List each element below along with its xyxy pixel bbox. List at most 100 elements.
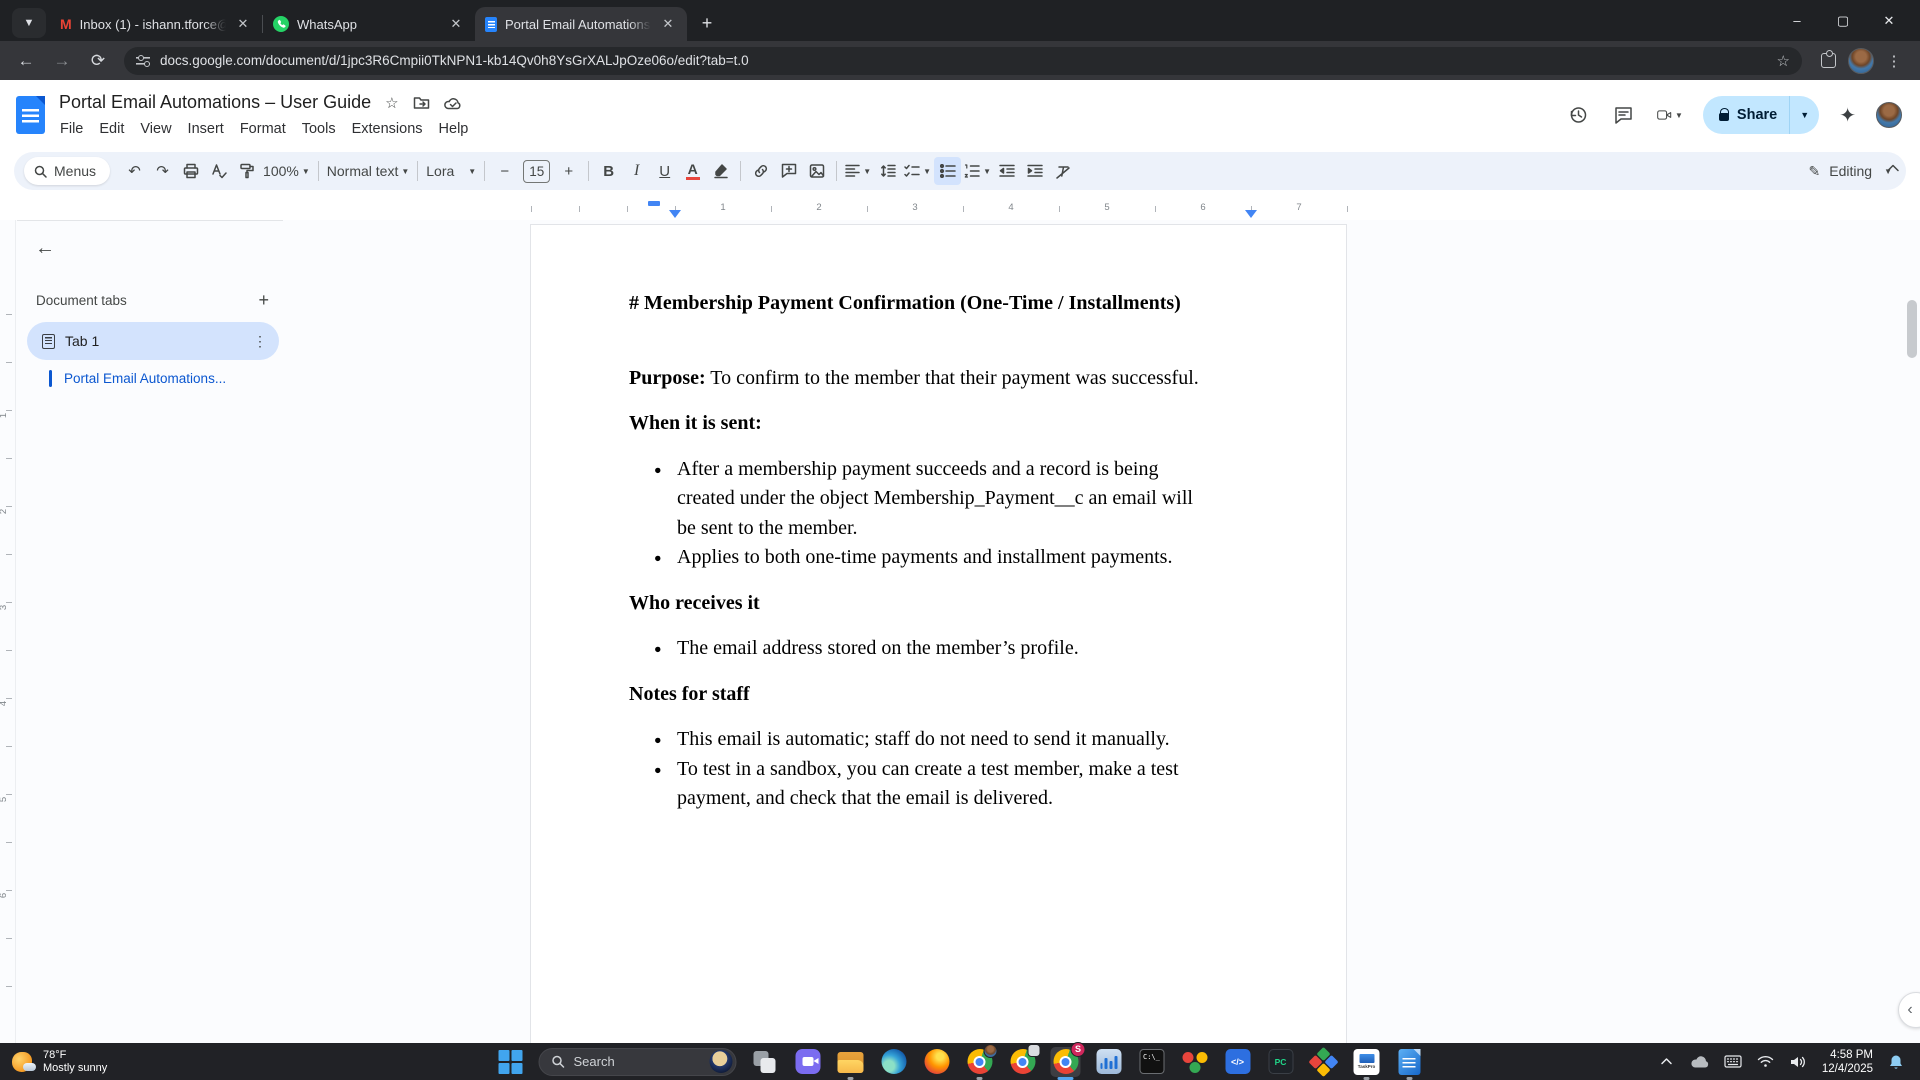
redo-button[interactable]: ↷	[149, 157, 176, 185]
chrome-profile-1-icon[interactable]	[965, 1047, 995, 1077]
code-app-icon[interactable]: </>	[1223, 1047, 1253, 1077]
tab-close-icon[interactable]: ✕	[659, 15, 677, 33]
gemini-sparkle-icon[interactable]: ✦	[1839, 103, 1856, 128]
search-highlight-image[interactable]	[710, 1050, 733, 1073]
task-view-icon[interactable]	[750, 1047, 780, 1077]
version-history-icon[interactable]	[1565, 102, 1591, 128]
sidebar-item-tab1[interactable]: Tab 1 ⋮	[27, 322, 279, 360]
scrollbar-thumb[interactable]	[1907, 300, 1917, 358]
omnibox[interactable]: docs.google.com/document/d/1jpc3R6Cmpii0…	[124, 47, 1802, 75]
checklist-button[interactable]: ▼	[902, 157, 933, 185]
browser-tab-whatsapp[interactable]: WhatsApp ✕	[263, 7, 475, 41]
highlight-color-button[interactable]	[707, 157, 734, 185]
share-dropdown-icon[interactable]: ▼	[1789, 96, 1819, 134]
tab-search-button[interactable]: ▼	[12, 8, 46, 38]
meet-video-icon[interactable]: ▼	[1657, 102, 1683, 128]
pycharm-icon[interactable]: PC	[1266, 1047, 1296, 1077]
tab-options-kebab-icon[interactable]: ⋮	[253, 333, 267, 350]
comments-icon[interactable]	[1611, 102, 1637, 128]
insert-image-button[interactable]	[803, 157, 830, 185]
underline-button[interactable]: U	[651, 157, 678, 185]
paint-format-icon[interactable]	[233, 157, 260, 185]
add-comment-button[interactable]	[775, 157, 802, 185]
menu-format[interactable]: Format	[232, 119, 294, 139]
cloud-saved-icon[interactable]	[444, 96, 462, 110]
styles-select[interactable]: Normal text▼	[325, 157, 412, 185]
doc-title[interactable]: Portal Email Automations – User Guide	[59, 92, 371, 113]
maximize-button[interactable]: ▢	[1820, 0, 1866, 41]
add-tab-button[interactable]: +	[258, 290, 269, 311]
align-button[interactable]: ▼	[843, 157, 873, 185]
bullet-item[interactable]: To test in a sandbox, you can create a t…	[629, 755, 1201, 814]
numbered-list-button[interactable]: ▼	[962, 157, 993, 185]
left-indent-marker[interactable]	[669, 210, 681, 218]
tab-close-icon[interactable]: ✕	[447, 15, 465, 33]
previous-page-chevron-button[interactable]: ‹	[1898, 992, 1920, 1028]
menu-tools[interactable]: Tools	[294, 119, 344, 139]
share-button[interactable]: Share ▼	[1703, 96, 1819, 134]
menus-search-button[interactable]: Menus	[24, 157, 110, 185]
insert-link-button[interactable]	[747, 157, 774, 185]
notification-bell-icon[interactable]	[1886, 1054, 1906, 1070]
font-select[interactable]: Lora▼	[424, 157, 478, 185]
zoom-select[interactable]: 100%▼	[261, 157, 312, 185]
doc-heading[interactable]: # Membership Payment Confirmation (One-T…	[629, 289, 1201, 319]
terminal-icon[interactable]: C:\_	[1137, 1047, 1167, 1077]
menu-file[interactable]: File	[59, 119, 91, 139]
site-info-icon[interactable]	[136, 56, 150, 66]
right-indent-marker[interactable]	[1245, 210, 1257, 218]
line-spacing-button[interactable]	[874, 157, 901, 185]
minimize-button[interactable]: –	[1774, 0, 1820, 41]
taskbar-search-box[interactable]: Search	[539, 1048, 737, 1076]
horizontal-ruler[interactable]: 1 2 3 4 5 6 7	[0, 198, 1920, 220]
taskpro-icon[interactable]: TaskPro	[1352, 1047, 1382, 1077]
undo-button[interactable]: ↶	[121, 157, 148, 185]
hide-menus-chevron-icon[interactable]	[1886, 160, 1900, 178]
increase-font-button[interactable]: +	[555, 157, 582, 185]
clear-formatting-button[interactable]	[1050, 157, 1077, 185]
chrome-profile-2-icon[interactable]	[1008, 1047, 1038, 1077]
italic-button[interactable]: I	[623, 157, 650, 185]
sidebar-back-button[interactable]: ←	[35, 237, 279, 260]
volume-icon[interactable]	[1789, 1055, 1809, 1069]
browser-tab-gmail[interactable]: M Inbox (1) - ishann.tforce@gmail ✕	[50, 7, 262, 41]
menu-extensions[interactable]: Extensions	[344, 119, 431, 139]
bold-button[interactable]: B	[595, 157, 622, 185]
tab-close-icon[interactable]: ✕	[234, 15, 252, 33]
mode-select[interactable]: ✎ Editing ▼	[1809, 163, 1892, 180]
onedrive-cloud-icon[interactable]	[1690, 1055, 1710, 1068]
task-manager-icon[interactable]	[1094, 1047, 1124, 1077]
document-page[interactable]: # Membership Payment Confirmation (One-T…	[530, 224, 1347, 1043]
new-tab-button[interactable]: +	[693, 9, 721, 37]
bullet-item[interactable]: Applies to both one-time payments and in…	[629, 543, 1201, 573]
doc-subheading[interactable]: Who receives it	[629, 589, 1201, 619]
font-size-input[interactable]: 15	[523, 160, 550, 183]
docs-logo[interactable]	[16, 96, 45, 134]
bullet-item[interactable]: After a membership payment succeeds and …	[629, 455, 1201, 544]
bullet-item[interactable]: The email address stored on the member’s…	[629, 634, 1201, 664]
start-button[interactable]	[496, 1047, 526, 1077]
outline-item[interactable]: Portal Email Automations...	[49, 370, 279, 387]
forward-button[interactable]: →	[46, 45, 78, 77]
document-content[interactable]: # Membership Payment Confirmation (One-T…	[629, 289, 1201, 814]
text-color-button[interactable]: A	[679, 157, 706, 185]
doc-subheading[interactable]: When it is sent:	[629, 409, 1201, 439]
increase-indent-button[interactable]	[1022, 157, 1049, 185]
tray-chevron-up-icon[interactable]	[1657, 1057, 1677, 1066]
account-avatar[interactable]	[1876, 102, 1902, 128]
bullet-item[interactable]: This email is automatic; staff do not ne…	[629, 725, 1201, 755]
menu-help[interactable]: Help	[431, 119, 477, 139]
doc-paragraph[interactable]: Purpose: To confirm to the member that t…	[629, 364, 1201, 394]
browser-menu-kebab-icon[interactable]: ⋮	[1878, 45, 1910, 77]
browser-tab-docs-active[interactable]: Portal Email Automations – User Guide ✕	[475, 7, 687, 41]
doc-subheading[interactable]: Notes for staff	[629, 680, 1201, 710]
first-line-indent-marker[interactable]	[648, 201, 660, 206]
spellcheck-button[interactable]	[205, 157, 232, 185]
bulleted-list-button[interactable]	[934, 157, 961, 185]
vertical-ruler[interactable]: 1 2 3 4 5 6	[0, 220, 16, 1043]
touch-keyboard-icon[interactable]	[1723, 1055, 1743, 1068]
weather-widget[interactable]: 78°F Mostly sunny	[0, 1049, 107, 1075]
video-call-app-icon[interactable]	[793, 1047, 823, 1077]
extensions-icon[interactable]	[1812, 45, 1844, 77]
menu-view[interactable]: View	[132, 119, 179, 139]
